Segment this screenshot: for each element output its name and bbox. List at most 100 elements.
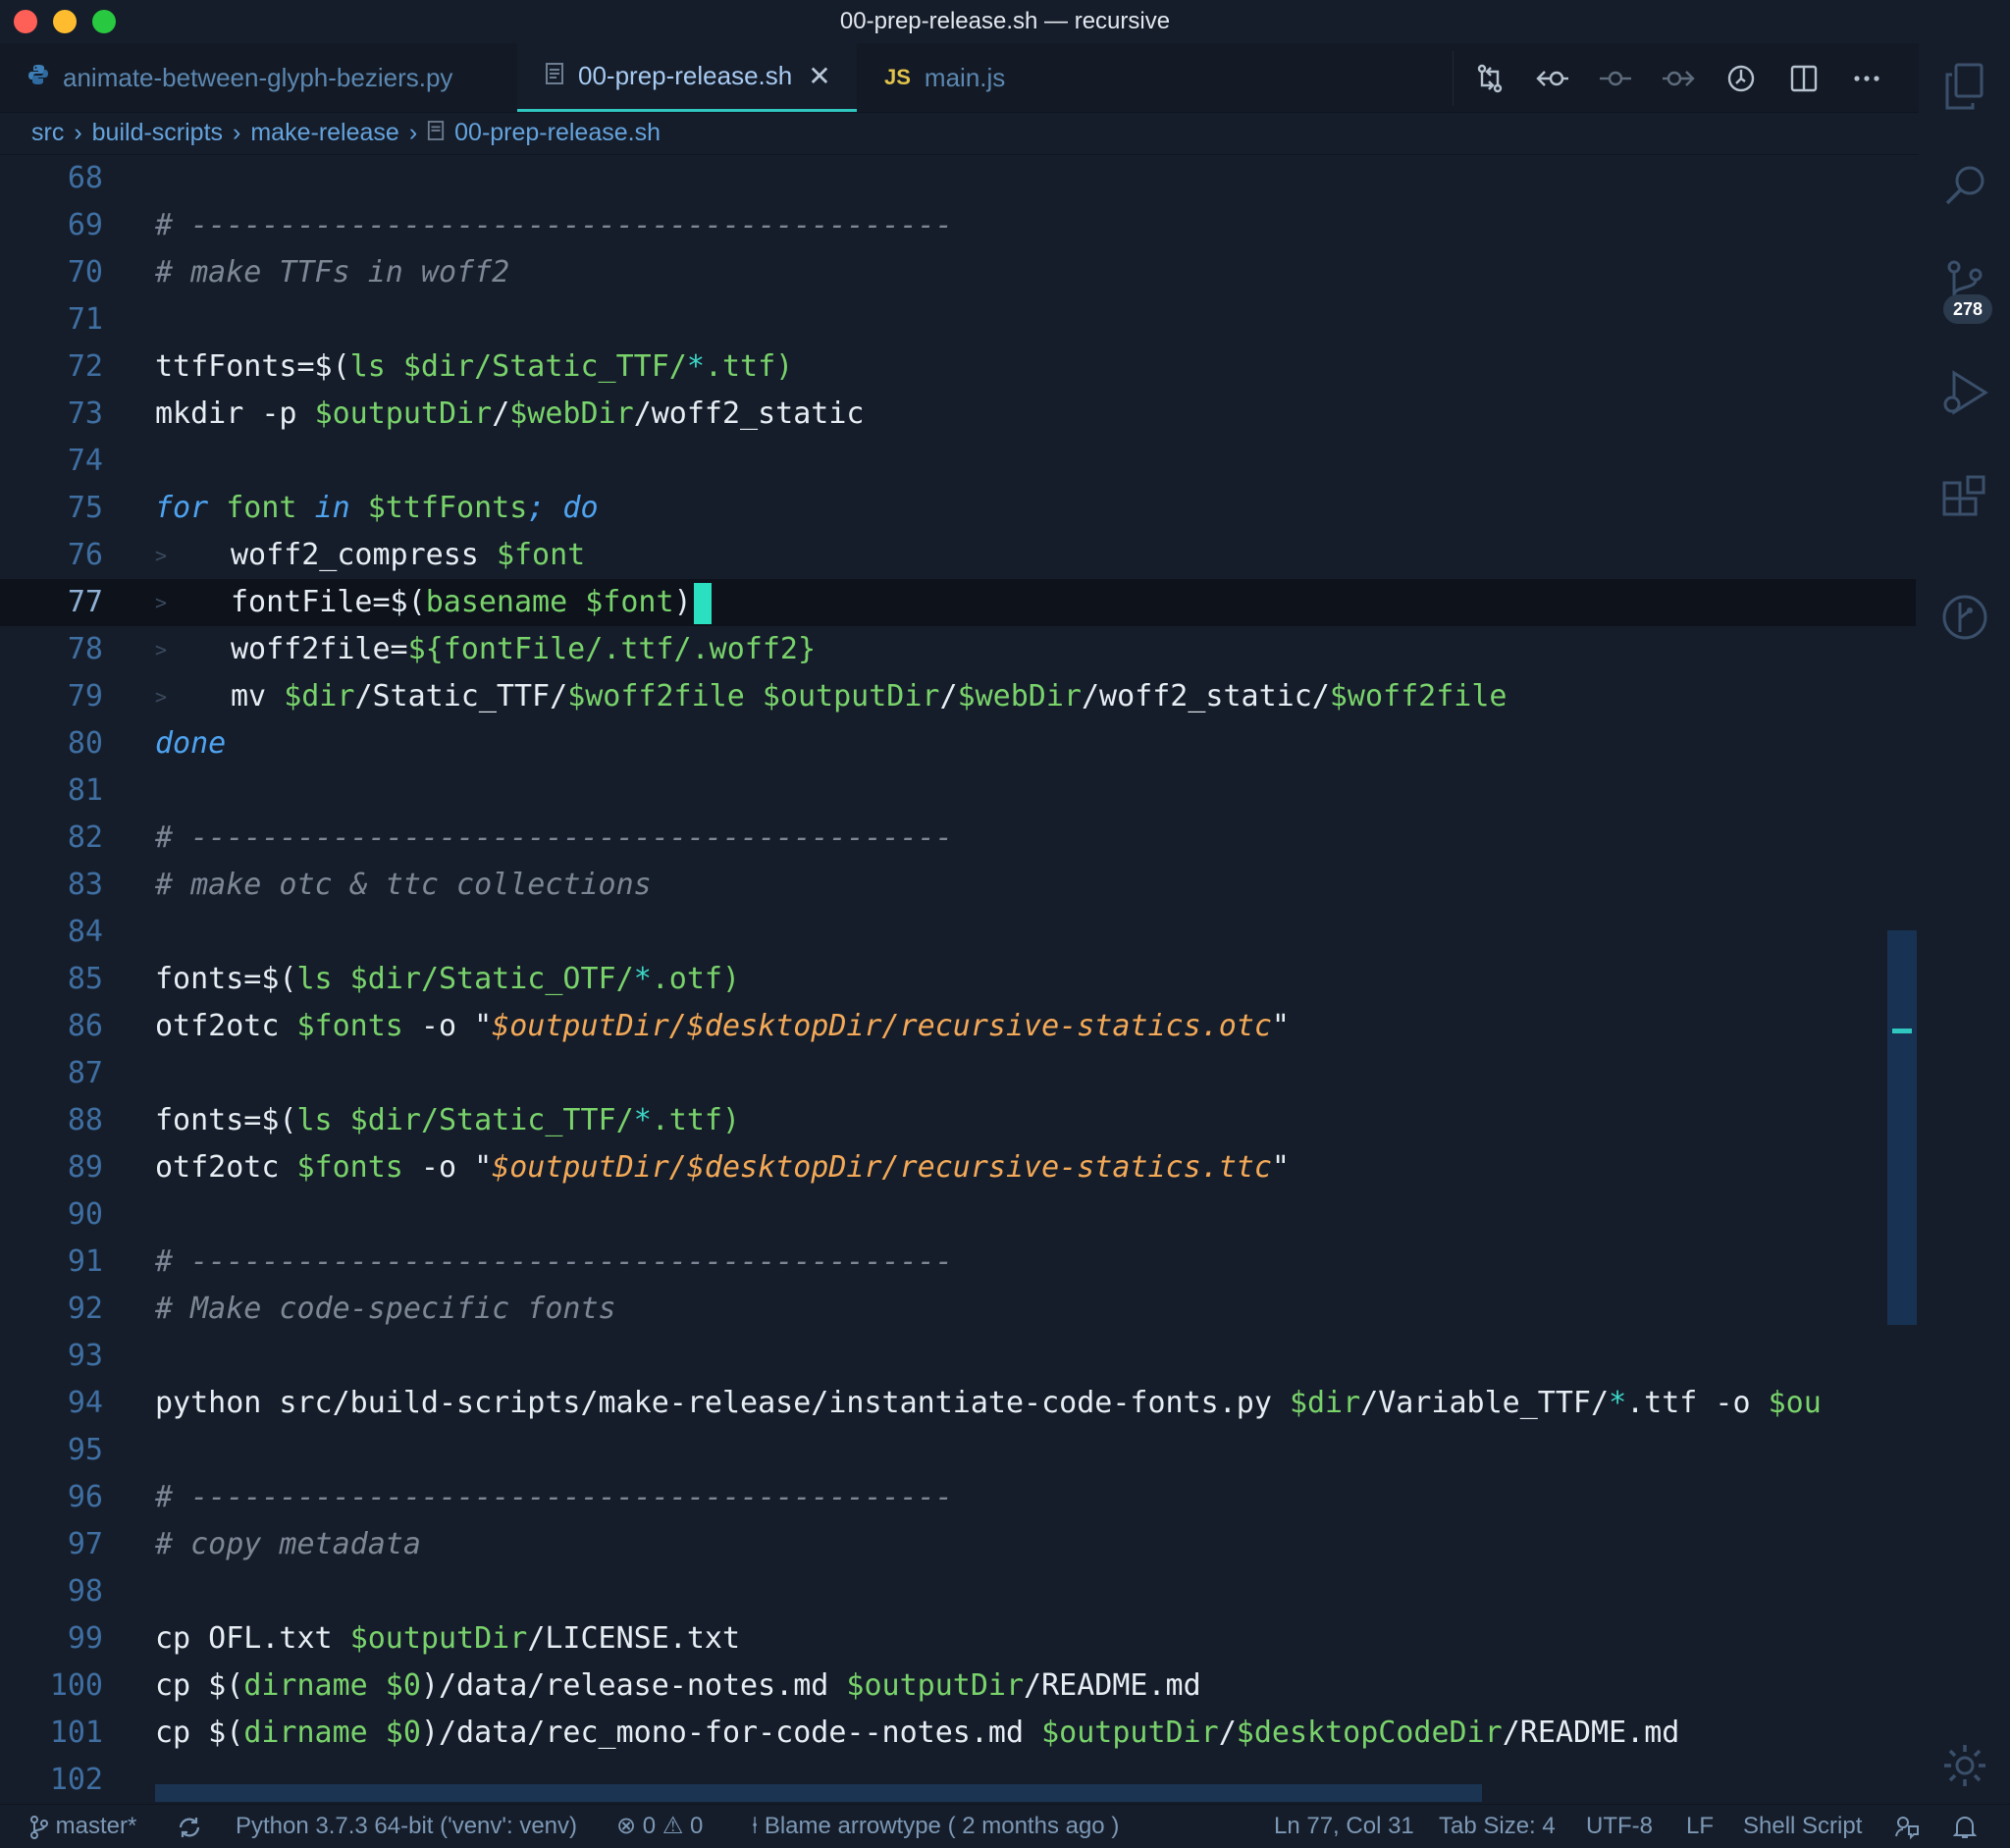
branch-status[interactable]: master* (29, 1805, 136, 1848)
code-text: done (155, 726, 227, 761)
code-line: 86 otf2otc $fonts -o "$outputDir/$desktop… (0, 1003, 1916, 1050)
code-editor[interactable]: 68 69 # ---------------------------------… (0, 155, 1919, 1804)
line-number: 96 (67, 1480, 103, 1514)
tab-00-prep-release[interactable]: 00-prep-release.sh ✕ (517, 43, 857, 112)
line-number: 74 (67, 444, 103, 478)
line-number: 78 (67, 632, 103, 666)
timeline-icon[interactable] (1722, 60, 1760, 97)
code-line: 81 (0, 767, 1916, 815)
git-branch-icon (29, 1813, 49, 1839)
line-ending[interactable]: LF (1686, 1805, 1714, 1848)
code-line: 87 (0, 1050, 1916, 1097)
code-text: woff2file=${fontFile/.ttf/.woff2} (231, 632, 817, 666)
code-text: for font in $ttfFonts; do (155, 491, 599, 525)
code-line: 95 (0, 1427, 1916, 1474)
breadcrumb-item-file[interactable]: 00-prep-release.sh (454, 119, 661, 147)
split-editor-icon[interactable] (1785, 60, 1823, 97)
breadcrumb-item-make-release[interactable]: make-release (250, 119, 398, 147)
breadcrumb-item-src[interactable]: src (31, 119, 64, 147)
cursor-position[interactable]: Ln 77, Col 31 (1274, 1805, 1414, 1848)
commit-icon: ⍿ (752, 1813, 759, 1839)
code-text: fonts=$(ls $dir/Static_OTF/*.otf) (155, 962, 741, 996)
line-number: 88 (67, 1103, 103, 1137)
breadcrumb-item-build-scripts[interactable]: build-scripts (92, 119, 223, 147)
code-line: 73 mkdir -p $outputDir/$webDir/woff2_stat… (0, 391, 1916, 438)
line-number: 101 (49, 1716, 103, 1750)
code-text: cp $(dirname $0)/data/release-notes.md $… (155, 1668, 1201, 1703)
blame-status[interactable]: ⍿ Blame arrowtype ( 2 months ago ) (752, 1805, 1119, 1848)
line-number: 102 (49, 1763, 103, 1797)
line-number: 77 (67, 585, 103, 619)
code-text: cp $(dirname $0)/data/rec_mono-for-code-… (155, 1716, 1680, 1750)
indent-guide-icon: > (155, 544, 168, 567)
tab-label: animate-between-glyph-beziers.py (63, 62, 453, 92)
horizontal-scrollbar[interactable] (155, 1784, 1482, 1802)
code-line: 91 # ------------------------------------… (0, 1239, 1916, 1286)
indent-guide-icon: > (155, 685, 168, 709)
next-change-icon[interactable] (1660, 60, 1697, 97)
search-icon[interactable] (1940, 161, 1989, 210)
sync-icon[interactable] (177, 1805, 202, 1848)
line-number: 98 (67, 1574, 103, 1609)
code-line: 84 (0, 909, 1916, 956)
code-line: 83 # make otc & ttc collections (0, 862, 1916, 909)
text-cursor (693, 582, 712, 624)
line-number: 82 (67, 820, 103, 855)
notifications-bell-icon[interactable] (1952, 1805, 1978, 1848)
extensions-icon[interactable] (1940, 475, 1989, 524)
error-icon: ⊗ (616, 1813, 637, 1839)
code-text: cp OFL.txt $outputDir/LICENSE.txt (155, 1621, 741, 1656)
line-number: 75 (67, 491, 103, 525)
window-title: 00-prep-release.sh — recursive (839, 8, 1171, 34)
previous-change-icon[interactable] (1534, 60, 1571, 97)
commit-icon[interactable] (1597, 60, 1634, 97)
comment: # make TTFs in woff2 (155, 255, 510, 290)
comment: # copy metadata (155, 1527, 421, 1561)
line-number: 83 (67, 868, 103, 902)
line-number: 72 (67, 349, 103, 384)
code-line-current: 77 > fontFile=$(basename $font) (0, 579, 1916, 626)
code-line: 89 otf2otc $fonts -o "$outputDir/$desktop… (0, 1144, 1916, 1191)
code-line: 98 (0, 1568, 1916, 1615)
code-line: 93 (0, 1333, 1916, 1380)
close-icon[interactable]: ✕ (808, 60, 830, 92)
code-line: 96 # ------------------------------------… (0, 1474, 1916, 1521)
tab-size[interactable]: Tab Size: 4 (1439, 1805, 1556, 1848)
problems-status[interactable]: ⊗ 0 ⚠ 0 (616, 1805, 703, 1848)
line-number: 94 (67, 1386, 103, 1420)
feedback-icon[interactable] (1894, 1805, 1920, 1848)
code-line: 68 (0, 155, 1916, 202)
code-line: 90 (0, 1191, 1916, 1239)
scrollbar-thumb[interactable] (1887, 930, 1917, 1325)
line-number: 71 (67, 302, 103, 337)
cursor-position-marker (1892, 1029, 1912, 1033)
code-line: 71 (0, 296, 1916, 343)
status-bar: master* Python 3.7.3 64-bit ('venv': ven… (0, 1804, 2010, 1848)
line-number: 99 (67, 1621, 103, 1656)
tab-animate-between-glyph-beziers[interactable]: animate-between-glyph-beziers.py (0, 43, 517, 112)
code-line: 75 for font in $ttfFonts; do (0, 485, 1916, 532)
breadcrumb: src › build-scripts › make-release › 00-… (0, 112, 1919, 155)
code-text: woff2_compress $font (231, 538, 586, 572)
python-interpreter[interactable]: Python 3.7.3 64-bit ('venv': venv) (236, 1805, 577, 1848)
chevron-right-icon: › (408, 119, 418, 146)
explorer-icon[interactable] (1940, 63, 1989, 112)
more-actions-icon[interactable] (1848, 60, 1885, 97)
code-line: 99 cp OFL.txt $outputDir/LICENSE.txt (0, 1615, 1916, 1663)
line-number: 80 (67, 726, 103, 761)
run-debug-icon[interactable] (1940, 367, 1989, 416)
language-mode[interactable]: Shell Script (1743, 1805, 1862, 1848)
settings-gear-icon[interactable] (1940, 1741, 1989, 1790)
code-text: python src/build-scripts/make-release/in… (155, 1386, 1822, 1420)
encoding[interactable]: UTF-8 (1586, 1805, 1653, 1848)
line-number: 93 (67, 1339, 103, 1373)
code-line: 78 > woff2file=${fontFile/.ttf/.woff2} (0, 626, 1916, 673)
code-text: fonts=$(ls $dir/Static_TTF/*.ttf) (155, 1103, 741, 1137)
open-changes-icon[interactable] (1471, 60, 1508, 97)
line-number: 86 (67, 1009, 103, 1043)
indent-guide-icon: > (155, 591, 168, 614)
line-number: 92 (67, 1292, 103, 1326)
code-text: mv $dir/Static_TTF/$woff2file $outputDir… (231, 679, 1508, 713)
gitlens-icon[interactable] (1940, 593, 1989, 642)
tab-main-js[interactable]: JS main.js (857, 43, 1090, 112)
